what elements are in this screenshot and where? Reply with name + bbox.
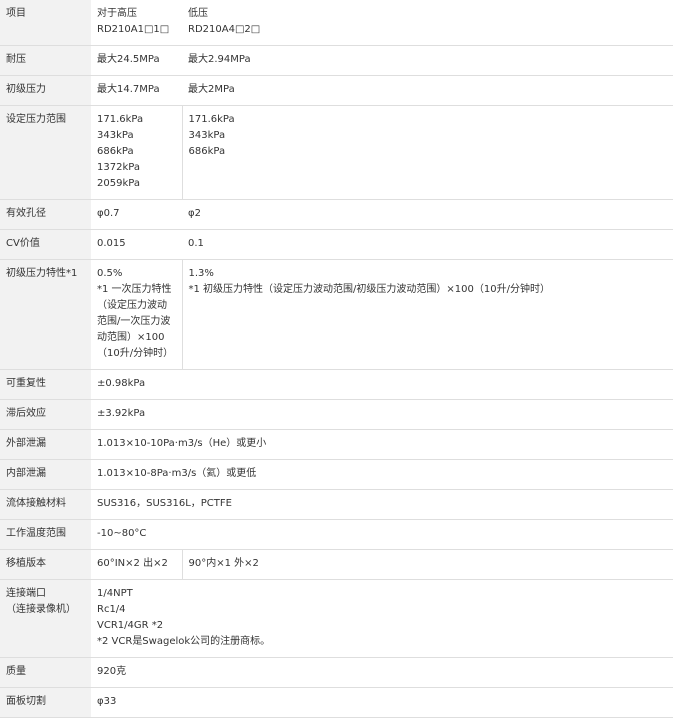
low-pressure-model: RD210A4□2□ — [188, 24, 261, 35]
row-label-orifice: 有效孔径 — [0, 199, 91, 230]
value-line: 1/4NPT — [97, 588, 133, 599]
table-row: 内部泄漏 1.013×10-8Pa·m3/s（氦）或更低 — [0, 459, 673, 490]
value-line: 343kPa — [97, 130, 134, 141]
value-full: 920克 — [91, 657, 673, 688]
row-label-set-pressure: 设定压力范围 — [0, 105, 91, 200]
table-row: 有效孔径 φ0.7 φ2 — [0, 199, 673, 230]
footnote-text: *2 VCR是Swagelok公司的注册商标。 — [97, 636, 271, 647]
value-high: φ0.7 — [91, 199, 182, 230]
high-pressure-model: RD210A1□1□ — [97, 24, 170, 35]
value-high: 171.6kPa 343kPa 686kPa 1372kPa 2059kPa — [91, 105, 183, 200]
row-label-panel-cut: 面板切割 — [0, 687, 91, 718]
footnote-text: *1 一次压力特性（设定压力波动范围/一次压力波动范围）×100（10升/分钟时… — [97, 284, 174, 359]
value-full: ±3.92kPa — [91, 399, 673, 430]
value-full: SUS316，SUS316L，PCTFE — [91, 489, 673, 520]
value-full: 1.013×10-10Pa·m3/s（He）或更小 — [91, 429, 673, 460]
row-label-internal-leak: 内部泄漏 — [0, 459, 91, 490]
table-row: 项目 对于高压 RD210A1□1□ 低压 RD210A4□2□ — [0, 0, 673, 46]
high-pressure-title: 对于高压 — [97, 8, 137, 19]
value-line: 2059kPa — [97, 178, 140, 189]
value-low: φ2 — [182, 199, 673, 230]
row-label-hysteresis: 滞后效应 — [0, 399, 91, 430]
value-full: 1/4NPT Rc1/4 VCR1/4GR *2 *2 VCR是Swagelok… — [91, 579, 673, 658]
low-pressure-title: 低压 — [188, 8, 208, 19]
row-label-cv: CV价值 — [0, 229, 91, 260]
table-row: 设定压力范围 171.6kPa 343kPa 686kPa 1372kPa 20… — [0, 105, 673, 200]
spec-table: 项目 对于高压 RD210A1□1□ 低压 RD210A4□2□ 耐压 最大24… — [0, 0, 673, 718]
value-line: 343kPa — [188, 130, 226, 141]
table-row: 初级压力 最大14.7MPa 最大2MPa — [0, 75, 673, 106]
table-row: 工作温度范围 -10~80°C — [0, 519, 673, 550]
high-pressure-cell: 对于高压 RD210A1□1□ — [91, 0, 182, 46]
value-line: 1.3% — [188, 268, 214, 279]
value-line: VCR1/4GR *2 — [97, 620, 164, 631]
value-line: 686kPa — [188, 146, 226, 157]
value-line: 0.5% — [97, 268, 123, 279]
value-low: 171.6kPa 343kPa 686kPa — [182, 105, 673, 200]
label-line: 连接端口 — [6, 588, 46, 599]
table-row: CV价值 0.015 0.1 — [0, 229, 673, 260]
value-line: 1372kPa — [97, 162, 140, 173]
table-row: 流体接触材料 SUS316，SUS316L，PCTFE — [0, 489, 673, 520]
row-label-repeatability: 可重复性 — [0, 369, 91, 400]
row-label-external-leak: 外部泄漏 — [0, 429, 91, 460]
value-low: 最大2.94MPa — [182, 45, 673, 76]
row-label-item: 项目 — [0, 0, 91, 46]
row-label-primary-pressure: 初级压力 — [0, 75, 91, 106]
row-label-primary-characteristic: 初级压力特性*1 — [0, 259, 91, 370]
value-high: 0.015 — [91, 229, 182, 260]
value-full: φ33 — [91, 687, 673, 718]
table-row: 外部泄漏 1.013×10-10Pa·m3/s（He）或更小 — [0, 429, 673, 460]
table-row: 初级压力特性*1 0.5% *1 一次压力特性（设定压力波动范围/一次压力波动范… — [0, 259, 673, 370]
table-row: 移植版本 60°IN×2 出×2 90°内×1 外×2 — [0, 549, 673, 580]
value-line: 171.6kPa — [188, 114, 235, 125]
value-high: 最大14.7MPa — [91, 75, 182, 106]
value-high: 0.5% *1 一次压力特性（设定压力波动范围/一次压力波动范围）×100（10… — [91, 259, 183, 370]
value-line: Rc1/4 — [97, 604, 126, 615]
row-label-wetted-material: 流体接触材料 — [0, 489, 91, 520]
table-row: 耐压 最大24.5MPa 最大2.94MPa — [0, 45, 673, 76]
value-line: 171.6kPa — [97, 114, 144, 125]
footnote-text: *1 初级压力特性（设定压力波动范围/初级压力波动范围）×100（10升/分钟时… — [188, 284, 550, 295]
table-row: 质量 920克 — [0, 657, 673, 688]
value-low: 最大2MPa — [182, 75, 673, 106]
row-label-withstand: 耐压 — [0, 45, 91, 76]
row-label-mass: 质量 — [0, 657, 91, 688]
value-full: ±0.98kPa — [91, 369, 673, 400]
table-row: 可重复性 ±0.98kPa — [0, 369, 673, 400]
row-label-port-version: 移植版本 — [0, 549, 91, 580]
value-low: 1.3% *1 初级压力特性（设定压力波动范围/初级压力波动范围）×100（10… — [182, 259, 673, 370]
value-full: 1.013×10-8Pa·m3/s（氦）或更低 — [91, 459, 673, 490]
value-low: 0.1 — [182, 229, 673, 260]
value-low: 90°内×1 外×2 — [182, 549, 673, 580]
low-pressure-cell: 低压 RD210A4□2□ — [182, 0, 673, 46]
value-high: 60°IN×2 出×2 — [91, 549, 183, 580]
label-line: （连接录像机） — [6, 604, 76, 615]
value-line: 686kPa — [97, 146, 134, 157]
value-high: 最大24.5MPa — [91, 45, 182, 76]
row-label-temperature: 工作温度范围 — [0, 519, 91, 550]
row-label-connection-port: 连接端口 （连接录像机） — [0, 579, 91, 658]
value-full: -10~80°C — [91, 519, 673, 550]
table-row: 滞后效应 ±3.92kPa — [0, 399, 673, 430]
table-row: 面板切割 φ33 — [0, 687, 673, 718]
table-row: 连接端口 （连接录像机） 1/4NPT Rc1/4 VCR1/4GR *2 *2… — [0, 579, 673, 658]
